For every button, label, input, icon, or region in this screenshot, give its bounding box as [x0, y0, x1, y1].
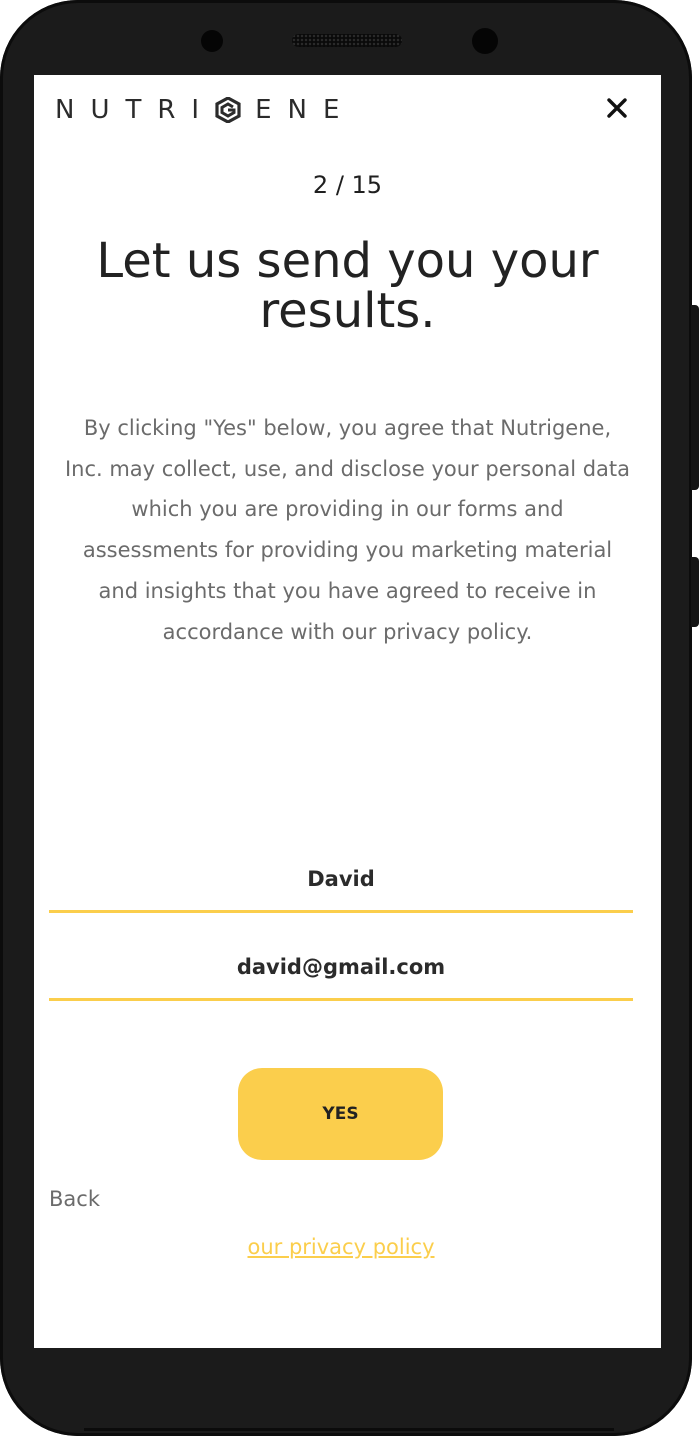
back-link[interactable]: Back: [49, 1187, 100, 1211]
app-screen: NUTRI ENE 2 / 15 Let us send you your re…: [34, 75, 661, 1348]
earpiece-speaker: [292, 34, 402, 47]
volume-button: [691, 305, 699, 490]
phone-frame: NUTRI ENE 2 / 15 Let us send you your re…: [0, 0, 692, 1436]
page-title: Let us send you your results.: [96, 233, 599, 339]
brand-logo: NUTRI ENE: [55, 93, 355, 127]
privacy-policy-link[interactable]: our privacy policy: [34, 1235, 648, 1259]
close-icon: [607, 98, 627, 118]
nutrigene-g-logo-icon: [215, 97, 241, 123]
close-button[interactable]: [602, 93, 632, 123]
yes-button[interactable]: YES: [238, 1068, 443, 1160]
name-field[interactable]: [49, 848, 633, 913]
power-button: [691, 557, 699, 627]
step-counter: 2 / 15: [312, 171, 383, 199]
sensor: [472, 28, 498, 54]
consent-description: By clicking "Yes" below, you agree that …: [64, 416, 631, 644]
logo-text-start: NUTRI: [55, 95, 216, 125]
bottom-bezel-edge: [84, 1428, 614, 1431]
logo-text-end: ENE: [255, 95, 356, 125]
email-field[interactable]: [49, 936, 633, 1001]
front-camera: [201, 30, 223, 52]
